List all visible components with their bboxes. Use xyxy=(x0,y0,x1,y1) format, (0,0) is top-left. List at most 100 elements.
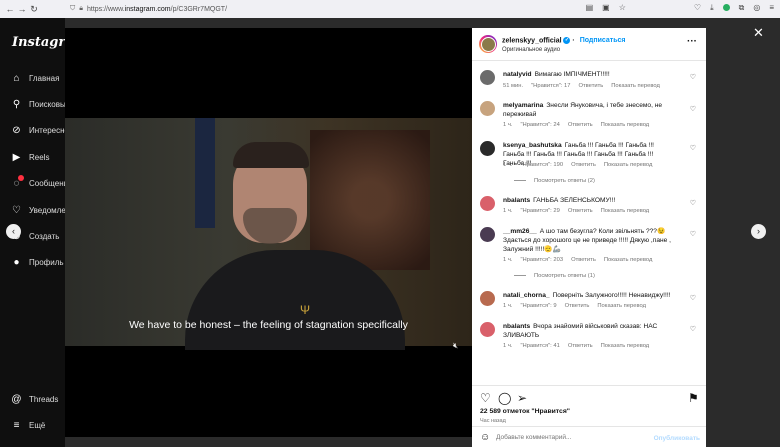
sidebar-item-home[interactable]: ⌂ Главная xyxy=(11,73,59,84)
flag-graphic xyxy=(195,118,215,228)
like-comment-icon[interactable]: ♡ xyxy=(690,144,696,152)
download-icon[interactable]: ⤓ xyxy=(710,3,714,13)
puzzle-icon[interactable]: ⧉ xyxy=(739,3,745,13)
reply-button[interactable]: Ответить xyxy=(565,303,590,309)
pocket-icon[interactable]: ♡ xyxy=(694,3,701,13)
reload-icon[interactable]: ↻ xyxy=(28,4,40,15)
avatar[interactable] xyxy=(480,322,495,337)
post-video[interactable]: Ψ We have to be honest – the feeling of … xyxy=(65,28,472,437)
like-comment-icon[interactable]: ♡ xyxy=(690,325,696,333)
avatar[interactable] xyxy=(480,141,495,156)
reply-button[interactable]: Ответить xyxy=(568,343,593,349)
address-bar[interactable]: ⛉ 🔒︎ https://www.instagram.com/p/C3GRr7M… xyxy=(70,5,227,13)
reply-button[interactable]: Ответить xyxy=(571,257,596,263)
avatar[interactable] xyxy=(480,291,495,306)
account-icon[interactable]: ◎ xyxy=(753,3,760,13)
sidebar-item-search[interactable]: ⚲ Поисковы xyxy=(11,99,66,110)
translate-button[interactable]: Показать перевод xyxy=(611,83,660,89)
comment-input[interactable] xyxy=(496,434,646,441)
like-comment-icon[interactable]: ♡ xyxy=(690,73,696,81)
notification-badge xyxy=(18,175,24,181)
translate-button[interactable]: Показать перевод xyxy=(601,208,650,214)
sidebar-item-label: Reels xyxy=(29,153,50,162)
like-comment-icon[interactable]: ♡ xyxy=(690,294,696,302)
lock-icon: 🔒︎ xyxy=(79,5,83,12)
video-frame: Ψ xyxy=(65,118,472,350)
reply-button[interactable]: Ответить xyxy=(568,208,593,214)
sidebar-item-label: Ещё xyxy=(29,421,46,430)
translate-button[interactable]: Показать перевод xyxy=(601,343,650,349)
comment-meta: 51 мин. "Нравится": 17 Ответить Показать пе… xyxy=(503,83,660,89)
post-panel: zelenskyy_official ✓ · Подписаться Ориги… xyxy=(472,28,706,447)
verified-icon: ✓ xyxy=(563,37,571,44)
like-comment-icon[interactable]: ♡ xyxy=(690,105,696,113)
reply-button[interactable]: Ответить xyxy=(578,83,603,89)
comment-meta: 1 ч. "Нравится": 41 Ответить Показать перев… xyxy=(503,343,650,349)
reels-icon: ▶ xyxy=(12,152,21,163)
translate-button[interactable]: Показать перевод xyxy=(597,303,646,309)
comment-text: nbalants ГАНЬБА ЗЕЛЕНСЬКОМУ!!! xyxy=(503,197,616,204)
reply-button[interactable]: Ответить xyxy=(568,122,593,128)
forward-icon[interactable]: → xyxy=(16,4,28,14)
translate-button[interactable]: Показать перевод xyxy=(604,257,653,263)
post-author[interactable]: zelenskyy_official ✓ · Подписаться xyxy=(502,37,626,44)
sidebar-item-profile[interactable]: ● Профиль xyxy=(11,257,64,268)
sidebar-item-label: Сообщени xyxy=(29,179,69,188)
sidebar-item-messages[interactable]: ◌ Сообщени xyxy=(11,175,69,189)
sidebar-item-notifications[interactable]: ♡ Уведомле xyxy=(11,205,66,216)
publish-button[interactable]: Опубликовать xyxy=(654,435,700,442)
post-header: zelenskyy_official ✓ · Подписаться Ориги… xyxy=(472,28,706,61)
save-icon[interactable]: ⚑ xyxy=(688,391,699,405)
sidebar-item-label: Профиль xyxy=(29,258,64,267)
next-post-button[interactable]: › xyxy=(751,224,766,239)
bookmark-star-icon[interactable]: ☆ xyxy=(619,3,626,13)
avatar[interactable] xyxy=(480,196,495,211)
sidebar-item-explore[interactable]: ⊘ Интересно xyxy=(11,125,69,136)
menu-icon: ≡ xyxy=(13,420,20,431)
avatar[interactable] xyxy=(480,227,495,242)
sidebar-item-reels[interactable]: ▶ Reels xyxy=(11,152,50,163)
person-hair xyxy=(233,142,309,168)
home-icon: ⌂ xyxy=(13,73,20,84)
comment-icon[interactable]: ◯ xyxy=(498,391,511,405)
avatar[interactable] xyxy=(480,70,495,85)
comment-text: natalyvid Вимагаю ІМПІЧМЕНТ!!!!! xyxy=(503,71,610,78)
sidebar-item-more[interactable]: ≡ Ещё xyxy=(11,420,46,431)
sidebar-item-label: Threads xyxy=(29,395,59,404)
translate-button[interactable]: Показать перевод xyxy=(604,162,653,168)
comment-meta: 1 ч. "Нравится": 24 Ответить Показать перев… xyxy=(503,122,650,128)
compass-icon: ⊘ xyxy=(12,125,21,136)
likes-count[interactable]: 22 589 отметок "Нравится" xyxy=(480,408,570,415)
avatar[interactable] xyxy=(480,101,495,116)
like-comment-icon[interactable]: ♡ xyxy=(690,199,696,207)
comment-meta: 1 ч. "Нравится": 9 Ответить Показать перево… xyxy=(503,303,646,309)
share-icon[interactable]: ➢ xyxy=(517,391,527,405)
previous-post-button[interactable]: ‹ xyxy=(6,224,21,239)
mute-icon[interactable]: 🔇︎ xyxy=(453,341,458,351)
sidebar-item-label: Поисковы xyxy=(29,100,66,109)
comment-text: nbalants Вчора знайомий військовий сказав… xyxy=(503,323,658,339)
sidebar-item-threads[interactable]: @ Threads xyxy=(11,394,58,405)
sidebar-item-label: Интересно xyxy=(29,126,69,135)
like-icon[interactable]: ♡ xyxy=(480,391,491,405)
screenshot-icon[interactable]: ▣ xyxy=(602,3,610,13)
translate-button[interactable]: Показать перевод xyxy=(601,122,650,128)
view-replies-button[interactable]: Посмотреть ответы (2) xyxy=(514,178,595,184)
instagram-page: Instagram ⌂ Главная ⚲ Поисковы ⊘ Интересно … xyxy=(0,18,780,447)
more-options-icon[interactable]: ··· xyxy=(687,36,697,47)
sidebar-item-label: Уведомле xyxy=(29,206,66,215)
menu-icon[interactable]: ≡ xyxy=(769,3,774,13)
close-icon[interactable]: ✕ xyxy=(753,25,764,41)
like-comment-icon[interactable]: ♡ xyxy=(690,230,696,238)
audio-label[interactable]: Оригинальное аудио xyxy=(502,47,560,53)
messenger-icon: ◌ xyxy=(11,175,24,189)
view-replies-button[interactable]: Посмотреть ответы (1) xyxy=(514,273,595,279)
extension-icon[interactable] xyxy=(722,4,730,11)
follow-button[interactable]: Подписаться xyxy=(580,37,626,44)
reader-icon[interactable]: ▤ xyxy=(586,3,594,13)
heart-icon: ♡ xyxy=(12,205,21,216)
reply-button[interactable]: Ответить xyxy=(571,162,596,168)
avatar[interactable] xyxy=(479,35,497,53)
emoji-icon[interactable]: ☺ xyxy=(480,432,490,443)
back-icon[interactable]: ← xyxy=(4,4,16,14)
